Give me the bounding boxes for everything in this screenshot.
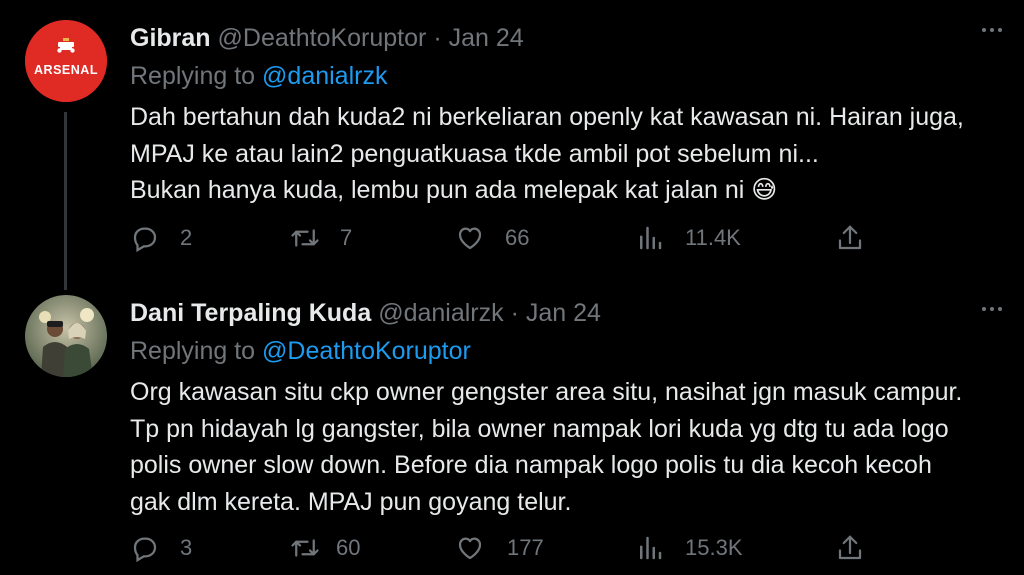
reply-count: 3 <box>180 535 193 560</box>
retweet-icon <box>291 229 319 247</box>
reply-icon <box>133 537 157 563</box>
reply-count: 2 <box>180 225 193 250</box>
views-count: 11.4K <box>685 225 741 250</box>
replying-to-label: Replying to <box>130 62 263 90</box>
retweet-button[interactable]: 7 <box>290 222 352 254</box>
tweet-actions: 2 7 66 11.4K <box>130 222 870 254</box>
mention-link[interactable]: @danialrzk <box>262 62 387 90</box>
tweet-text-segment: Bukan hanya kuda, lembu pun ada melepak … <box>130 176 745 204</box>
tweet-text-line: polis owner slow down. Before dia nampak… <box>130 451 932 479</box>
share-icon <box>838 225 862 250</box>
tweet-text-line: Org kawasan situ ckp owner gengster area… <box>130 378 963 406</box>
like-icon <box>458 227 482 250</box>
tweet-text: Dah bertahun dah kuda2 ni berkeliaran op… <box>130 99 1010 209</box>
separator-dot: · <box>510 299 519 327</box>
like-count: 66 <box>505 225 530 250</box>
reply-icon <box>133 227 157 253</box>
tweet[interactable]: ARSENAL Gibran @DeathtoKoruptor · Jan 24… <box>0 0 1024 290</box>
handle[interactable]: @DeathtoKoruptor <box>218 24 427 52</box>
reply-button[interactable]: 2 <box>130 222 192 254</box>
views-button[interactable]: 15.3K <box>635 532 743 564</box>
handle[interactable]: @danialrzk <box>378 299 503 327</box>
share-button[interactable] <box>835 532 865 564</box>
tweet-text-line: Bukan hanya kuda, lembu pun ada melepak … <box>130 172 1010 209</box>
tweet-text-line: Tp pn hidayah lg gangster, bila owner na… <box>130 414 949 443</box>
retweet-count: 7 <box>340 225 353 250</box>
tweet-header: Gibran @DeathtoKoruptor · Jan 24 <box>130 22 524 54</box>
display-name[interactable]: Gibran <box>130 24 211 52</box>
views-icon <box>640 536 662 560</box>
display-name[interactable]: Dani Terpaling Kuda <box>130 299 371 327</box>
mention-link[interactable]: @DeathtoKoruptor <box>262 337 471 365</box>
timestamp[interactable]: Jan 24 <box>449 24 524 52</box>
tweet-text-line: gak dlm kereta. MPAJ pun goyang telur. <box>130 487 572 516</box>
retweet-count: 60 <box>336 535 361 560</box>
like-count: 177 <box>507 535 544 560</box>
like-icon <box>458 537 482 560</box>
tweet[interactable]: Dani Terpaling Kuda @danialrzk · Jan 24 … <box>0 285 1024 575</box>
avatar[interactable]: ARSENAL <box>25 20 107 102</box>
tweet-text-line: Dah bertahun dah kuda2 ni berkeliaran op… <box>130 103 964 131</box>
separator-dot: · <box>433 24 442 52</box>
like-button[interactable]: 177 <box>455 532 544 564</box>
avatar[interactable] <box>25 295 107 377</box>
views-icon <box>640 226 662 250</box>
more-icon[interactable] <box>982 307 1002 311</box>
replying-to: Replying to @DeathtoKoruptor <box>130 335 471 367</box>
replying-to: Replying to @danialrzk <box>130 60 387 92</box>
sweat-smile-emoji: 😅 <box>751 176 778 204</box>
retweet-button[interactable]: 60 <box>290 532 360 564</box>
tweet-header: Dani Terpaling Kuda @danialrzk · Jan 24 <box>130 297 601 329</box>
replying-to-label: Replying to <box>130 337 263 365</box>
reply-button[interactable]: 3 <box>130 532 192 564</box>
views-count: 15.3K <box>685 535 743 560</box>
like-button[interactable]: 66 <box>455 222 529 254</box>
tweet-text-line: MPAJ ke atau lain2 penguatkuasa tkde amb… <box>130 139 819 168</box>
retweet-icon <box>291 539 319 557</box>
share-icon <box>838 535 862 560</box>
tweet-text: Org kawasan situ ckp owner gengster area… <box>130 374 1010 520</box>
timestamp[interactable]: Jan 24 <box>526 299 601 327</box>
views-button[interactable]: 11.4K <box>635 222 741 254</box>
thread-line <box>64 112 67 290</box>
tweet-actions: 3 60 177 15.3K <box>130 532 870 564</box>
share-button[interactable] <box>835 222 865 254</box>
more-icon[interactable] <box>982 28 1002 32</box>
avatar-logo-text: ARSENAL <box>34 63 98 77</box>
